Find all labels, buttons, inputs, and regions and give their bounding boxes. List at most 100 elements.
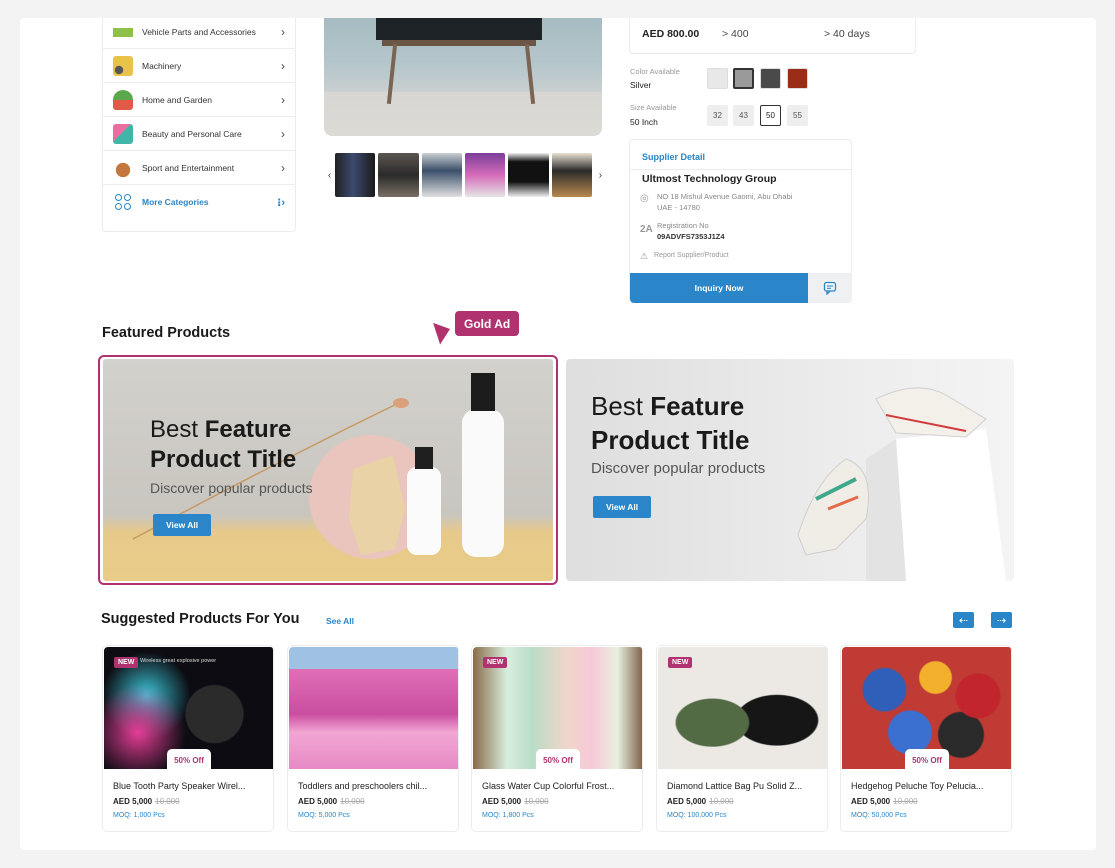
registration-value: 09ADVFS7353J1Z4 [657, 232, 725, 241]
chevron-right-icon[interactable]: › [595, 170, 606, 181]
expand-arrow-icon: ⁝› [277, 196, 285, 209]
view-all-button[interactable]: View All [153, 514, 212, 536]
supplier-name: Ultmost Technology Group [642, 173, 777, 185]
arrow-left-icon: ⇠ [958, 614, 969, 627]
divider [630, 169, 851, 170]
category-machinery[interactable]: Machinery › [103, 49, 295, 83]
bouncy-castle-image [289, 647, 458, 769]
product-price: AED 5,000 10,000 [667, 797, 734, 806]
banner-title-line1: Best Feature [150, 415, 291, 445]
chevron-left-icon[interactable]: ‹ [324, 170, 335, 181]
product-name: Hedgehog Peluche Toy Pelucia... [851, 781, 984, 791]
new-badge: NEW [668, 657, 693, 668]
chat-icon [823, 281, 837, 295]
next-arrow-button[interactable]: ⇢ [991, 612, 1012, 628]
banner-title-line1: Best Feature [591, 390, 744, 422]
color-swatch-red[interactable] [787, 68, 808, 89]
arrow-right-icon: ⇢ [996, 614, 1007, 627]
thumbnail-strip: ‹ › [324, 152, 606, 198]
product-card[interactable]: NEW 50% Off Glass Water Cup Colorful Fro… [471, 645, 643, 832]
water-cup-image: NEW 50% Off [473, 647, 642, 769]
product-name: Toddlers and preschoolers chil... [298, 781, 428, 791]
product-moq: MOQ: 1,000 Pcs [113, 812, 165, 819]
lead-time-value: > 40 days [824, 28, 870, 40]
featured-banner-2[interactable]: Best Feature Product Title Discover popu… [566, 359, 1014, 581]
color-label: Color Available [630, 67, 680, 76]
sports-icon [113, 157, 133, 178]
plant-icon [113, 89, 133, 110]
report-link[interactable]: Report Supplier/Product [654, 252, 729, 259]
color-swatch-light[interactable] [707, 68, 728, 89]
category-sport[interactable]: Sport and Entertainment › [103, 151, 295, 185]
location-pin-icon: ◎ [640, 193, 649, 204]
size-value: 50 Inch [630, 117, 658, 127]
product-moq: MOQ: 1,800 Pcs [482, 812, 534, 819]
banner-subtitle: Discover popular products [591, 460, 766, 477]
banner-title-bold: Feature [204, 416, 292, 443]
thumbnail[interactable] [508, 153, 549, 197]
banner-title-light: Best [150, 416, 205, 443]
thumbnail[interactable] [378, 153, 419, 197]
price: AED 5,000 [113, 797, 153, 806]
product-card[interactable]: NEW Diamond Lattice Bag Pu Solid Z... AE… [656, 645, 828, 832]
product-card[interactable]: Toddlers and preschoolers chil... AED 5,… [287, 645, 459, 832]
size-option[interactable]: 32 [707, 105, 728, 126]
color-swatch-dark[interactable] [760, 68, 781, 89]
banner-title-bold: Feature [650, 391, 745, 421]
product-moq: MOQ: 50,000 Pcs [851, 812, 907, 819]
thumbnail[interactable] [421, 153, 462, 197]
supplier-heading: Supplier Detail [642, 152, 706, 162]
price-summary: AED 800.00 > 400 > 40 days [629, 18, 916, 54]
category-label: Home and Garden [142, 94, 212, 105]
price: AED 5,000 [667, 797, 707, 806]
tractor-icon [113, 55, 133, 76]
size-label: Size Available [630, 103, 677, 112]
featured-banner-1[interactable]: Best Feature Product Title Discover popu… [103, 359, 553, 581]
see-all-link[interactable]: See All [326, 616, 354, 626]
prev-arrow-button[interactable]: ⇠ [953, 612, 974, 628]
old-price: 10,000 [893, 797, 918, 806]
product-price: AED 5,000 10,000 [298, 797, 365, 806]
size-option[interactable]: 43 [733, 105, 754, 126]
grid-icon [113, 192, 133, 212]
size-option[interactable]: 55 [787, 105, 808, 126]
chevron-right-icon: › [281, 24, 285, 39]
category-label: Vehicle Parts and Accessories [142, 26, 256, 37]
banner-title-line2: Product Title [150, 446, 297, 473]
chevron-right-icon: › [281, 126, 285, 141]
banner-title-light: Best [591, 391, 651, 421]
more-categories[interactable]: More Categories ⁝› [103, 185, 295, 219]
price: AED 5,000 [482, 797, 522, 806]
category-menu: Vehicle Parts and Accessories › Machiner… [102, 18, 296, 232]
view-all-button[interactable]: View All [593, 496, 652, 518]
product-main-image[interactable] [324, 18, 602, 136]
registration-icon: 2A [640, 224, 653, 235]
inquiry-now-button[interactable]: Inquiry Now [630, 273, 808, 303]
plush-toy-image: 50% Off [842, 647, 1011, 769]
thumbnail[interactable] [551, 153, 592, 197]
product-name: Glass Water Cup Colorful Frost... [482, 781, 615, 791]
product-price: AED 5,000 10,000 [113, 797, 180, 806]
category-vehicle-parts[interactable]: Vehicle Parts and Accessories › [103, 18, 295, 49]
old-price: 10,000 [340, 797, 365, 806]
product-card[interactable]: 50% Off Hedgehog Peluche Toy Pelucia... … [840, 645, 1012, 832]
product-card[interactable]: NEW Wireless great explosive power 50% O… [102, 645, 274, 832]
size-option-selected[interactable]: 50 [760, 105, 781, 126]
speaker-image: NEW Wireless great explosive power 50% O… [104, 647, 273, 769]
color-swatch-silver[interactable] [733, 68, 754, 89]
more-categories-label: More Categories [142, 197, 209, 207]
warning-icon: ⚠ [640, 251, 649, 261]
category-label: Sport and Entertainment [142, 162, 235, 173]
category-label: Machinery [142, 60, 182, 71]
chevron-right-icon: › [281, 92, 285, 107]
page: Vehicle Parts and Accessories › Machiner… [20, 18, 1096, 850]
new-badge: NEW [483, 657, 508, 668]
category-beauty[interactable]: Beauty and Personal Care › [103, 117, 295, 151]
tv-leg [524, 43, 536, 105]
old-price: 10,000 [709, 797, 734, 806]
category-home-garden[interactable]: Home and Garden › [103, 83, 295, 117]
thumbnail[interactable] [335, 153, 376, 197]
color-value: Silver [630, 80, 652, 90]
chat-button[interactable] [808, 273, 852, 303]
thumbnail[interactable] [464, 153, 506, 197]
